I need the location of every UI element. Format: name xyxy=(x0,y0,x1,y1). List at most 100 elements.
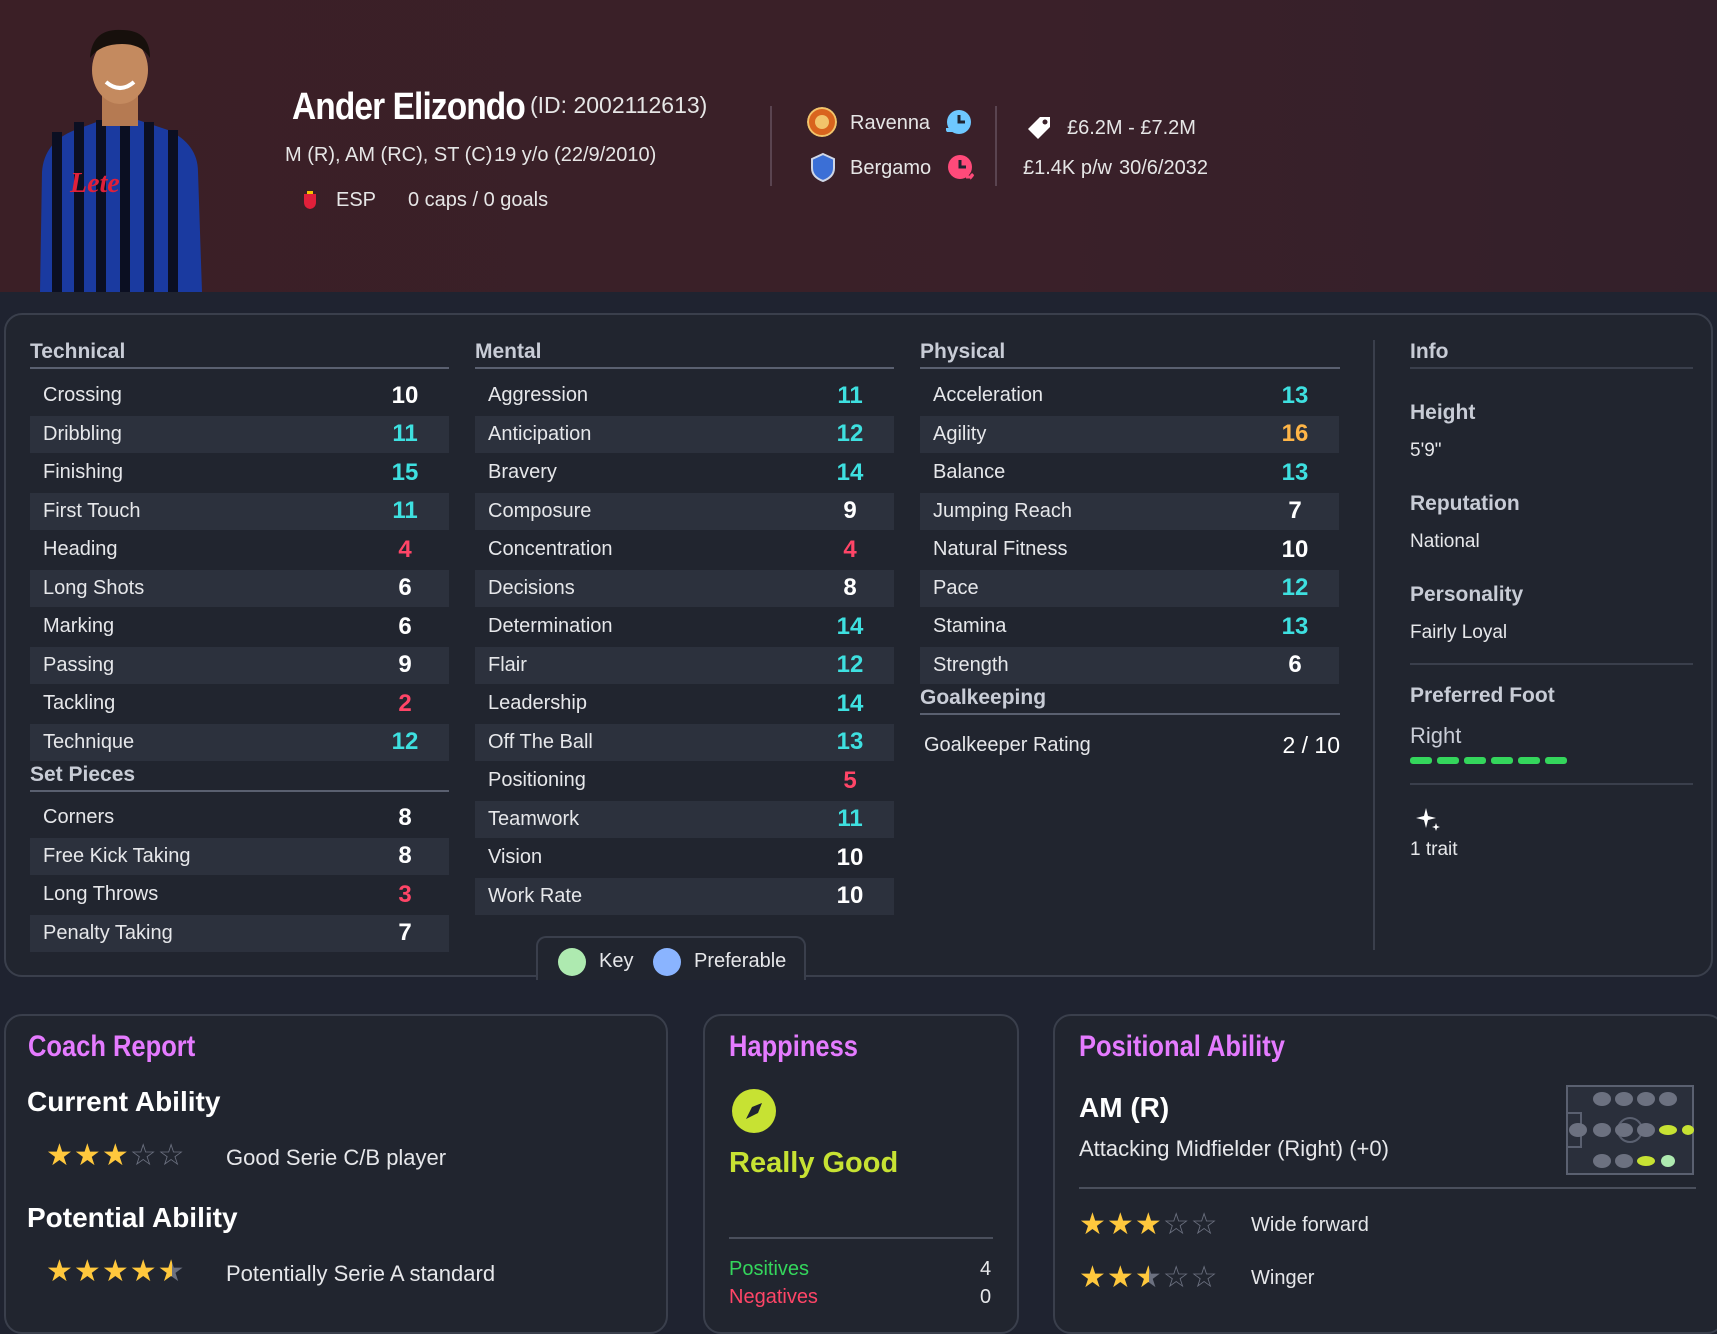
selected-position-detail: Attacking Midfielder (Right) (+0) xyxy=(1079,1136,1389,1161)
svg-text:Lete: Lete xyxy=(69,168,120,199)
attribute-row[interactable]: Aggression 11 xyxy=(475,377,894,414)
attribute-row[interactable]: Positioning 5 xyxy=(475,762,894,799)
personality-value[interactable]: Fairly Loyal xyxy=(1410,622,1507,644)
attribute-row[interactable]: Teamwork 11 xyxy=(475,800,894,838)
attribute-row[interactable]: Strength 6 xyxy=(920,646,1339,684)
attribute-row[interactable]: Flair 12 xyxy=(475,646,894,684)
attribute-row[interactable]: Anticipation 12 xyxy=(475,415,894,453)
attribute-row[interactable]: Long Throws 3 xyxy=(30,876,449,913)
attribute-label: Composure xyxy=(488,499,592,522)
wage: £1.4K p/w xyxy=(1023,157,1112,179)
attribute-label: Corners xyxy=(43,806,115,828)
attribute-row[interactable]: Vision 10 xyxy=(475,839,894,876)
star-empty-icon: ☆ xyxy=(129,1139,158,1172)
traits-count[interactable]: 1 trait xyxy=(1410,839,1458,861)
attribute-value: 8 xyxy=(843,574,857,601)
coach-report-title[interactable]: Coach Report xyxy=(28,1030,195,1064)
preferable-label[interactable]: Preferable xyxy=(694,950,786,973)
attribute-label: Penalty Taking xyxy=(43,921,173,944)
role-winger[interactable]: Winger xyxy=(1251,1267,1314,1290)
attribute-label: Crossing xyxy=(43,384,122,406)
attribute-row[interactable]: Corners 8 xyxy=(30,799,449,836)
attribute-label: Determination xyxy=(488,615,613,637)
attribute-row[interactable]: Free Kick Taking 8 xyxy=(30,837,449,875)
attribute-row[interactable]: First Touch 11 xyxy=(30,492,449,530)
happiness-status: Really Good xyxy=(729,1147,899,1179)
attribute-row[interactable]: Finishing 15 xyxy=(30,454,449,491)
nation-code[interactable]: ESP xyxy=(336,189,376,212)
attribute-row[interactable]: Natural Fitness 10 xyxy=(920,531,1339,568)
star-full-icon: ★ xyxy=(101,1255,130,1288)
attribute-row[interactable]: Tackling 2 xyxy=(30,685,449,722)
pitch-position-map[interactable] xyxy=(1566,1085,1694,1175)
key-label[interactable]: Key xyxy=(599,950,633,973)
attribute-label: Finishing xyxy=(43,461,124,483)
goalkeeper-rating-row[interactable]: Goalkeeper Rating 2 / 10 xyxy=(920,727,1340,764)
attribute-row[interactable]: Concentration 4 xyxy=(475,531,894,568)
current-club[interactable]: Ravenna xyxy=(850,112,930,135)
happiness-title[interactable]: Happiness xyxy=(729,1030,858,1064)
potential-ability-desc: Potentially Serie A standard xyxy=(226,1261,496,1286)
attribute-row[interactable]: Determination 14 xyxy=(475,608,894,645)
attribute-value: 11 xyxy=(837,381,863,409)
attribute-row[interactable]: Penalty Taking 7 xyxy=(30,914,449,952)
attribute-value: 8 xyxy=(398,803,412,831)
attribute-label: Long Throws xyxy=(43,883,159,905)
attribute-row[interactable]: Acceleration 13 xyxy=(920,377,1339,414)
attribute-row[interactable]: Jumping Reach 7 xyxy=(920,492,1339,530)
physical-heading: Physical xyxy=(920,340,1340,369)
attribute-label: Stamina xyxy=(933,615,1007,637)
attribute-row[interactable]: Technique 12 xyxy=(30,723,449,761)
attribute-row[interactable]: Pace 12 xyxy=(920,569,1339,607)
attribute-row[interactable]: Crossing 10 xyxy=(30,377,449,414)
attribute-row[interactable]: Balance 13 xyxy=(920,454,1339,491)
loan-return-icon xyxy=(948,155,976,182)
divider xyxy=(1410,663,1693,665)
attribute-row[interactable]: Decisions 8 xyxy=(475,569,894,607)
attribute-row[interactable]: Stamina 13 xyxy=(920,608,1339,645)
attribute-row[interactable]: Passing 9 xyxy=(30,646,449,684)
attribute-row[interactable]: Agility 16 xyxy=(920,415,1339,453)
star-full-icon: ★ xyxy=(1079,1261,1107,1294)
attribute-label: Concentration xyxy=(488,538,613,560)
transfer-value[interactable]: £6.2M - £7.2M xyxy=(1067,117,1196,140)
attribute-row[interactable]: Long Shots 6 xyxy=(30,569,449,607)
star-full-icon: ★ xyxy=(73,1255,102,1288)
role-wide-forward[interactable]: Wide forward xyxy=(1251,1214,1369,1237)
star-full-icon: ★ xyxy=(46,1255,74,1288)
attribute-value: 10 xyxy=(1281,535,1309,563)
potential-ability-stars: ★★★★★ xyxy=(46,1254,186,1289)
attribute-value: 3 xyxy=(398,880,412,908)
attribute-row[interactable]: Heading 4 xyxy=(30,531,449,568)
attribute-value: 4 xyxy=(843,535,857,563)
contract-expiry: 30/6/2032 xyxy=(1119,157,1208,179)
attribute-label: Free Kick Taking xyxy=(43,844,191,867)
potential-ability-label: Potential Ability xyxy=(27,1202,238,1233)
attribute-row[interactable]: Marking 6 xyxy=(30,608,449,645)
attribute-row[interactable]: Leadership 14 xyxy=(475,685,894,722)
attribute-value: 10 xyxy=(836,882,864,909)
club-badge-icon[interactable] xyxy=(807,107,837,137)
positional-ability-title[interactable]: Positional Ability xyxy=(1079,1030,1285,1064)
set-pieces-heading: Set Pieces xyxy=(30,763,449,792)
attribute-row[interactable]: Bravery 14 xyxy=(475,454,894,491)
divider xyxy=(729,1237,993,1239)
attribute-row[interactable]: Work Rate 10 xyxy=(475,877,894,915)
international-caps: 0 caps / 0 goals xyxy=(408,189,549,211)
current-ability-desc: Good Serie C/B player xyxy=(226,1145,447,1170)
attribute-value: 12 xyxy=(391,728,419,755)
negatives-label[interactable]: Negatives xyxy=(729,1286,818,1309)
parent-club-badge-icon[interactable] xyxy=(808,152,838,182)
technical-heading: Technical xyxy=(30,340,449,369)
attribute-value: 15 xyxy=(391,458,419,486)
attribute-row[interactable]: Off The Ball 13 xyxy=(475,723,894,761)
attribute-row[interactable]: Dribbling 11 xyxy=(30,415,449,453)
attribute-label: Natural Fitness xyxy=(933,538,1068,560)
positives-label[interactable]: Positives xyxy=(729,1258,809,1281)
attribute-row[interactable]: Composure 9 xyxy=(475,492,894,530)
attribute-value: 7 xyxy=(398,919,412,946)
parent-club[interactable]: Bergamo xyxy=(850,157,931,180)
reputation-label: Reputation xyxy=(1410,492,1520,515)
attribute-label: Balance xyxy=(933,461,1006,483)
player-id: (ID: 2002112613) xyxy=(530,92,708,118)
